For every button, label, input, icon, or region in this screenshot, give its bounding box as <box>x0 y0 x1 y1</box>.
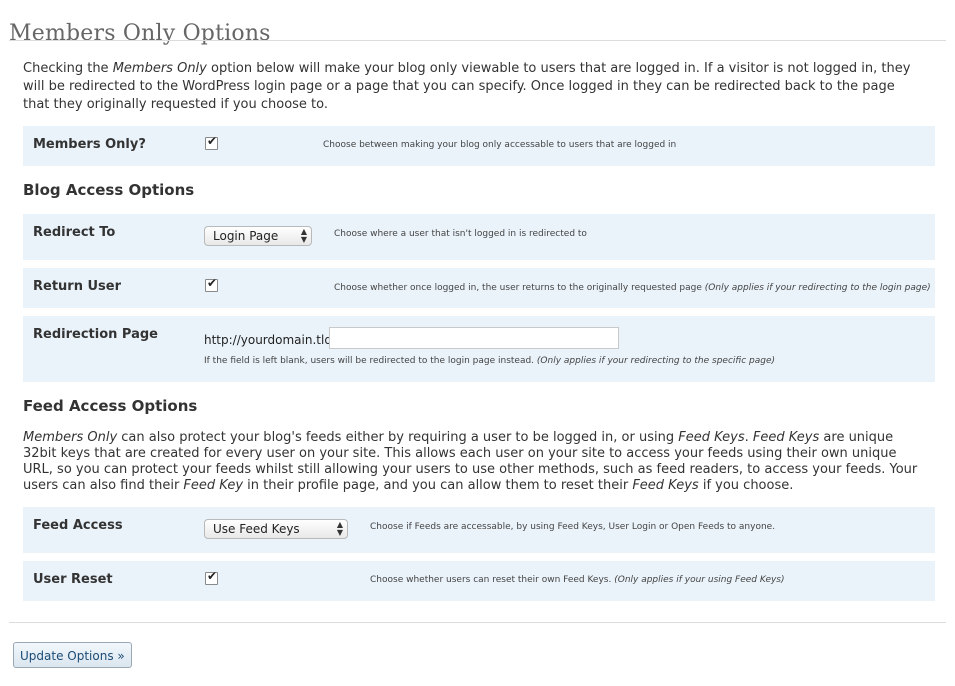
checkmark-icon: ✔ <box>207 276 218 290</box>
redirect-to-selected-value: Login Page <box>213 229 279 243</box>
feed-access-heading: Feed Access Options <box>23 397 198 415</box>
redirection-page-desc: If the field is left blank, users will b… <box>204 356 776 366</box>
checkmark-icon: ✔ <box>207 134 218 148</box>
feed-access-row: Feed Access Use Feed Keys ▲ ▼ Choose if F… <box>23 507 935 553</box>
feed-access-desc: Choose if Feeds are accessable, by using… <box>370 522 776 532</box>
user-reset-label: User Reset <box>33 572 113 587</box>
members-only-checkbox[interactable]: ✔ <box>205 134 218 150</box>
update-options-button[interactable]: Update Options » <box>13 642 132 668</box>
page-title: Members Only Options <box>9 20 271 46</box>
members-only-label: Members Only? <box>33 137 146 152</box>
return-user-desc: Choose whether once logged in, the user … <box>334 283 931 293</box>
redirect-to-row: Redirect To Login Page ▲ ▼ Choose where a… <box>23 214 935 260</box>
return-user-label: Return User <box>33 279 122 294</box>
members-only-desc: Choose between making your blog only acc… <box>323 140 677 150</box>
redirection-page-label: Redirection Page <box>33 327 158 342</box>
bottom-divider <box>9 622 946 623</box>
select-arrows-icon: ▲ ▼ <box>336 520 343 537</box>
members-only-row: Members Only? ✔ Choose between making yo… <box>23 126 935 166</box>
redirection-page-row: Redirection Page http://yourdomain.tld/ … <box>23 316 935 382</box>
user-reset-desc: Choose whether users can reset their own… <box>370 575 785 585</box>
feed-access-selected-value: Use Feed Keys <box>213 522 300 536</box>
domain-prefix: http://yourdomain.tld/ <box>204 333 336 347</box>
redirection-page-input[interactable] <box>329 327 619 349</box>
redirect-to-desc: Choose where a user that isn't logged in… <box>334 229 587 239</box>
feed-access-label: Feed Access <box>33 518 123 533</box>
redirect-to-select[interactable]: Login Page ▲ ▼ <box>204 226 312 246</box>
blog-access-heading: Blog Access Options <box>23 181 195 199</box>
feed-access-paragraph: Members Only can also protect your blog'… <box>23 430 918 493</box>
checkmark-icon: ✔ <box>207 569 218 583</box>
return-user-row: Return User ✔ Choose whether once logged… <box>23 268 935 308</box>
user-reset-row: User Reset ✔ Choose whether users can re… <box>23 561 935 601</box>
select-arrows-icon: ▲ ▼ <box>300 227 307 244</box>
feed-access-select[interactable]: Use Feed Keys ▲ ▼ <box>204 519 348 539</box>
redirect-to-label: Redirect To <box>33 225 116 240</box>
title-divider <box>9 40 946 41</box>
return-user-checkbox[interactable]: ✔ <box>205 276 218 292</box>
intro-paragraph: Checking the Members Only option below w… <box>23 61 911 112</box>
user-reset-checkbox[interactable]: ✔ <box>205 569 218 585</box>
